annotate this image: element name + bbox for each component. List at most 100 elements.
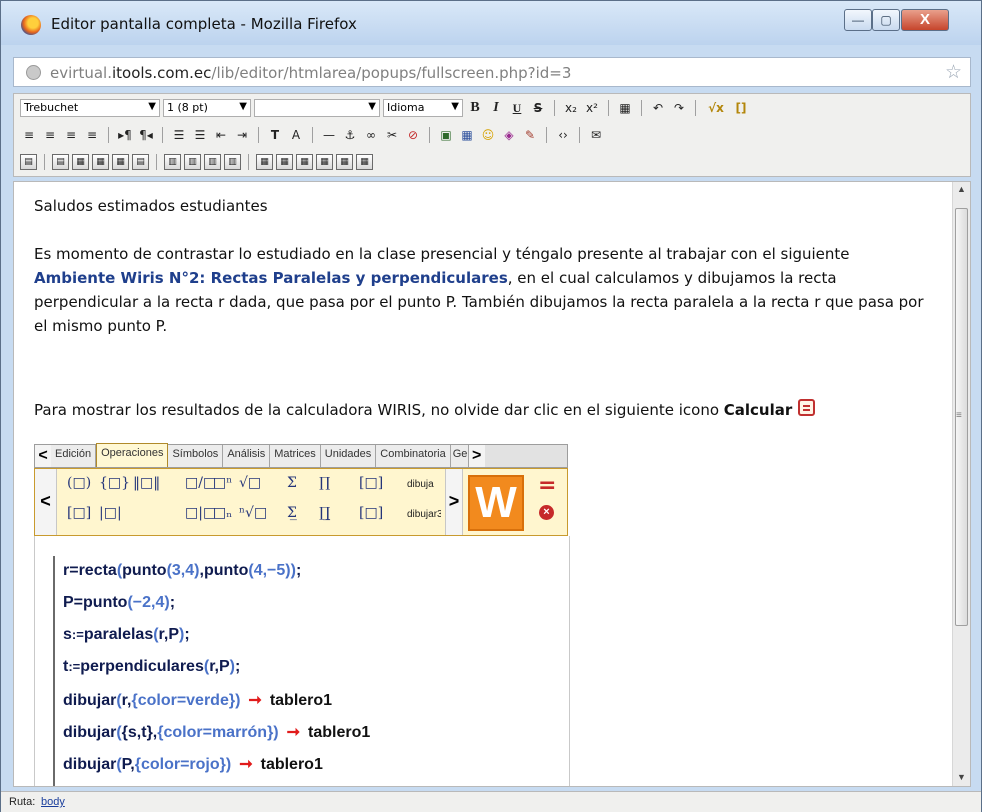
anchor-icon[interactable]: ⚓ (341, 126, 359, 144)
clear-button[interactable]: × (539, 505, 554, 520)
superscript-button[interactable]: x² (583, 99, 601, 117)
background-color-icon[interactable]: A (287, 126, 305, 144)
delete-cell-icon[interactable]: ▦ (316, 154, 333, 170)
sum-range-template-button[interactable]: Σ̲ (287, 505, 297, 521)
delete-col-icon[interactable]: ▥ (204, 154, 221, 170)
format-select[interactable]: ▼ (254, 99, 380, 117)
vertical-scrollbar[interactable]: ▲ ≡ ▼ (952, 182, 970, 786)
bracket3-template-button[interactable]: [□] (359, 505, 383, 521)
board-link[interactable]: tablero1 (261, 756, 323, 773)
wiris-tab-matrices[interactable]: Matrices (270, 445, 321, 467)
insert-row-before-icon[interactable]: ▦ (72, 154, 89, 170)
abs-template-button[interactable]: |□| (99, 505, 122, 521)
size-select[interactable]: 1 (8 pt) ▼ (163, 99, 251, 117)
bold-button[interactable]: B (466, 99, 484, 117)
scroll-up-icon[interactable]: ▲ (957, 184, 966, 194)
wiris-tab-combinatoria[interactable]: Combinatoria (376, 445, 451, 467)
brace-template-button[interactable]: {□} (99, 475, 130, 491)
special-char-icon[interactable]: ◈ (500, 126, 518, 144)
ltr-icon[interactable]: ▸¶ (116, 126, 134, 144)
insert-image-icon[interactable]: ▣ (437, 126, 455, 144)
rtl-icon[interactable]: ¶◂ (137, 126, 155, 144)
address-bar[interactable]: evirtual.itools.com.ec/lib/editor/htmlar… (13, 57, 971, 87)
norm-template-button[interactable]: ‖□‖ (133, 475, 160, 491)
subscript-template-button[interactable]: □ₙ (213, 505, 232, 521)
align-left-icon[interactable]: ≡ (20, 126, 38, 144)
minimize-button[interactable]: — (844, 9, 872, 31)
horizontal-rule-icon[interactable]: — (320, 126, 338, 144)
table-properties-icon[interactable]: ▤ (20, 154, 37, 170)
insert-table-icon[interactable]: ▦ (458, 126, 476, 144)
paste-word-button[interactable]: ▦ (616, 99, 634, 117)
wiris-tab-edicion[interactable]: Edición (51, 445, 97, 467)
sqrt-template-button[interactable]: √□ (239, 475, 261, 491)
outdent-icon[interactable]: ⇤ (212, 126, 230, 144)
split-col-icon[interactable]: ▥ (224, 154, 241, 170)
insert-cell-before-icon[interactable]: ▦ (276, 154, 293, 170)
board-link[interactable]: tablero1 (270, 692, 332, 709)
palette-prev-icon[interactable]: < (35, 469, 57, 535)
delete-row-icon[interactable]: ▦ (112, 154, 129, 170)
bookmark-star-icon[interactable]: ☆ (945, 61, 962, 84)
redo-icon[interactable]: ↷ (670, 99, 688, 117)
unordered-list-icon[interactable]: ☰ (191, 126, 209, 144)
wiris-cas-icon[interactable]: [] (732, 99, 750, 117)
wiris-formula-icon[interactable]: √x (703, 99, 729, 117)
wiris-tab-analisis[interactable]: Análisis (223, 445, 271, 467)
fullscreen-icon[interactable]: ✉ (587, 126, 605, 144)
url-text[interactable]: evirtual.itools.com.ec/lib/editor/htmlar… (50, 64, 571, 82)
link-icon[interactable]: ∞ (362, 126, 380, 144)
strikethrough-button[interactable]: S (529, 99, 547, 117)
wiris-tab-operaciones[interactable]: Operaciones (96, 443, 169, 467)
tabs-scroll-left-icon[interactable]: < (35, 445, 51, 467)
board-link[interactable]: tablero1 (308, 724, 370, 741)
wiris-tab-unidades[interactable]: Unidades (320, 445, 377, 467)
path-body-link[interactable]: body (41, 796, 65, 808)
language-select[interactable]: Idioma ▼ (383, 99, 463, 117)
insert-col-before-icon[interactable]: ▥ (164, 154, 181, 170)
power-template-button[interactable]: □ⁿ (213, 475, 232, 491)
paren-template-button[interactable]: (□) (67, 475, 91, 491)
unlink-icon[interactable]: ✂ (383, 126, 401, 144)
calculate-button[interactable]: = (538, 473, 556, 498)
wiris-code-area[interactable]: r=recta(punto(3,4),punto(4,−5)); P=punto… (34, 536, 570, 786)
dibujar3d-button[interactable]: dibujar3 (407, 509, 441, 520)
subscript-button[interactable]: x₂ (562, 99, 580, 117)
dibujar-button[interactable]: dibuja (407, 479, 441, 490)
cell-properties-icon[interactable]: ▦ (256, 154, 273, 170)
ordered-list-icon[interactable]: ☰ (170, 126, 188, 144)
palette-next-icon[interactable]: > (445, 469, 463, 535)
fraction-template-button[interactable]: □/□ (185, 475, 216, 491)
font-select[interactable]: Trebuchet ▼ (20, 99, 160, 117)
maximize-button[interactable]: ▢ (872, 9, 900, 31)
align-center-icon[interactable]: ≡ (41, 126, 59, 144)
bracket-template-button[interactable]: [□] (359, 475, 383, 491)
insert-row-after-icon[interactable]: ▦ (92, 154, 109, 170)
smiley-icon[interactable]: ☺ (479, 126, 497, 144)
insert-cell-after-icon[interactable]: ▦ (296, 154, 313, 170)
wiris-tab-simbolos[interactable]: Símbolos (168, 445, 224, 467)
split-cell-icon[interactable]: ▦ (356, 154, 373, 170)
sum-template-button[interactable]: Σ (287, 475, 297, 491)
product-range-template-button[interactable]: ∏̲ (319, 505, 330, 521)
html-source-icon[interactable]: ‹› (554, 126, 572, 144)
align-justify-icon[interactable]: ≡ (83, 126, 101, 144)
merge-cells-icon[interactable]: ▦ (336, 154, 353, 170)
split-row-icon[interactable]: ▤ (132, 154, 149, 170)
spellcheck-icon[interactable]: ✎ (521, 126, 539, 144)
row-properties-icon[interactable]: ▤ (52, 154, 69, 170)
underline-button[interactable]: U (508, 99, 526, 117)
indent-icon[interactable]: ⇥ (233, 126, 251, 144)
bracket2-template-button[interactable]: [□] (67, 505, 91, 521)
divider-template-button[interactable]: □|□ (185, 505, 216, 521)
tabs-scroll-right-icon[interactable]: > (468, 445, 485, 467)
italic-button[interactable]: I (487, 99, 505, 117)
text-color-icon[interactable]: T (266, 126, 284, 144)
nthroot-template-button[interactable]: ⁿ√□ (239, 505, 267, 521)
align-right-icon[interactable]: ≡ (62, 126, 80, 144)
product-template-button[interactable]: ∏ (319, 475, 330, 491)
editor-content[interactable]: Saludos estimados estudiantes Es momento… (13, 181, 971, 787)
scroll-down-icon[interactable]: ▼ (957, 772, 966, 782)
nolink-icon[interactable]: ⊘ (404, 126, 422, 144)
wiris-tab-geometria[interactable]: Ge (450, 445, 469, 467)
